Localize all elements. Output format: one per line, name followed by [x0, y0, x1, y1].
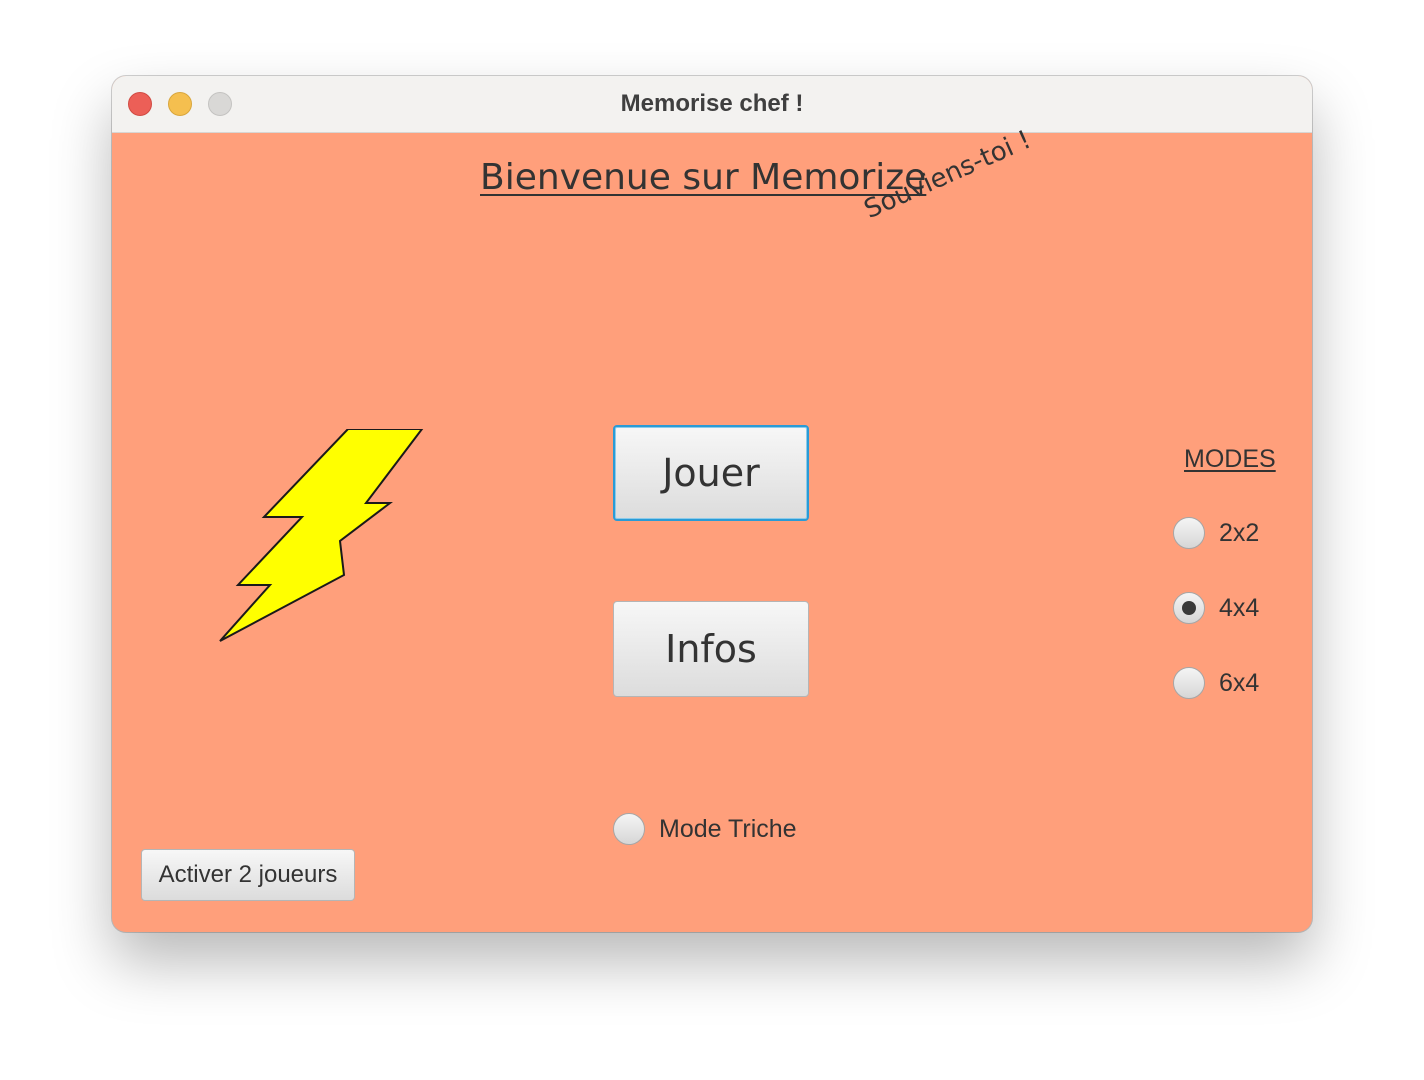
cheat-mode-option[interactable]: Mode Triche — [613, 813, 797, 845]
lightning-bolt-icon — [219, 429, 424, 642]
main-panel: Bienvenue sur Memorize Souviens-toi ! Jo… — [112, 125, 1312, 932]
window-title: Memorise chef ! — [620, 90, 804, 117]
title-bar[interactable]: Memorise chef ! — [112, 76, 1312, 133]
radio-6x4[interactable] — [1173, 667, 1205, 699]
infos-button[interactable]: Infos — [613, 601, 809, 697]
modes-heading: MODES — [1184, 445, 1276, 473]
mode-option-2x2[interactable]: 2x2 — [1173, 517, 1259, 549]
mode-label-6x4: 6x4 — [1219, 668, 1260, 697]
welcome-heading: Bienvenue sur Memorize — [480, 157, 927, 198]
cheat-mode-label: Mode Triche — [659, 814, 797, 843]
mode-label-4x4: 4x4 — [1219, 593, 1260, 622]
app-window: Memorise chef ! Bienvenue sur Memorize S… — [112, 76, 1312, 932]
radio-2x2[interactable] — [1173, 517, 1205, 549]
mode-option-6x4[interactable]: 6x4 — [1173, 667, 1259, 699]
play-button[interactable]: Jouer — [613, 425, 809, 521]
cheat-mode-radio[interactable] — [613, 813, 645, 845]
mode-label-2x2: 2x2 — [1219, 518, 1260, 547]
mode-option-4x4[interactable]: 4x4 — [1173, 592, 1259, 624]
radio-4x4[interactable] — [1173, 592, 1205, 624]
two-players-button[interactable]: Activer 2 joueurs — [141, 849, 355, 901]
